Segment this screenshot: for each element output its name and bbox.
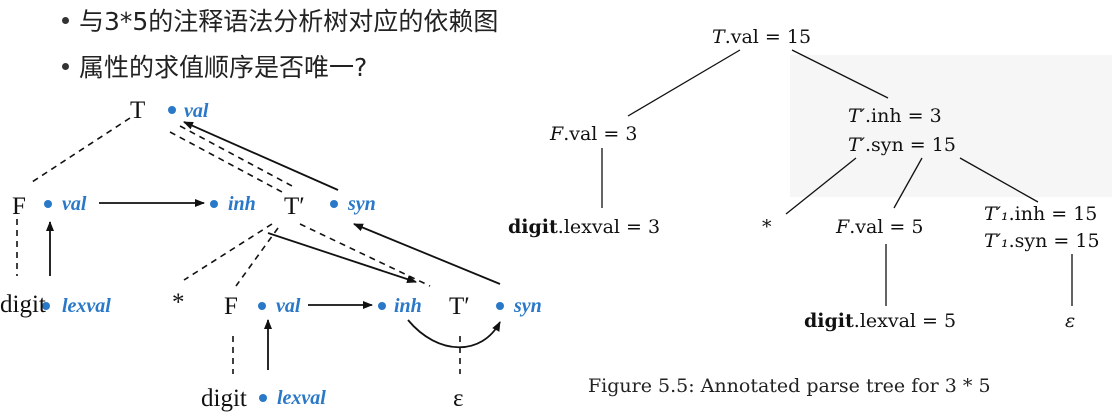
Tp1-inh-label: T′₁ [984, 203, 1009, 225]
node-Tp2: T′ [449, 293, 470, 320]
attr-F2-val: val [276, 295, 301, 317]
star-node: * [762, 216, 772, 238]
attr-T-val: val [184, 100, 209, 122]
node-digit1: digit [0, 291, 46, 318]
Tp-syn-value: .syn = 15 [865, 134, 956, 156]
root-value: .val = 15 [725, 26, 811, 48]
F1-value: .val = 3 [563, 123, 637, 145]
dependency-graph: T F T′ digit * F T′ digit ε val val inh … [0, 97, 542, 412]
Tp-inh-value: .inh = 3 [865, 105, 942, 127]
edge-T-Tp1-a [179, 125, 293, 187]
Tp-inh-label: T′ [848, 105, 866, 127]
Tp-syn-node: T′.syn = 15 [848, 134, 956, 156]
shaded-region [790, 55, 1112, 197]
attribute-dots [42, 106, 504, 402]
dot-Tp2-inh [378, 302, 386, 310]
Tp1-syn-node: T′₁.syn = 15 [984, 230, 1100, 252]
dot-Tp1-syn [330, 200, 338, 208]
Tp1-syn-value: .syn = 15 [1009, 230, 1100, 252]
node-Tp1: T′ [284, 193, 305, 220]
node-eps: ε [453, 385, 464, 412]
annotated-parse-tree: T.val = 15 F.val = 3 T′.inh = 3 T′.syn =… [508, 26, 1112, 397]
dot-Tp1-inh [210, 200, 218, 208]
dependency-arrows [46, 121, 501, 370]
root-node: T.val = 15 [712, 26, 811, 48]
node-digit2: digit [201, 385, 247, 412]
F2-label: F [835, 216, 850, 238]
arrow-inh2-syn2 [407, 319, 501, 349]
edge-Tp1-F [235, 227, 279, 287]
dot-digit2-lexval [259, 394, 267, 402]
arrow-syn-Tval [183, 121, 339, 191]
dot-F-val [44, 200, 52, 208]
eps-node: ε [1065, 310, 1075, 332]
attr-Tp1-syn: syn [347, 193, 376, 215]
node-F2: F [224, 293, 238, 320]
pedge-root-F [627, 49, 741, 117]
lexval5-value: .lexval = 5 [854, 310, 956, 332]
figure-caption: Figure 5.5: Annotated parse tree for 3 *… [588, 375, 991, 397]
attr-Tp1-inh: inh [228, 193, 256, 215]
attr-Tp2-syn: syn [513, 295, 542, 317]
F1-node: F.val = 3 [549, 123, 637, 145]
dot-F2-val [258, 302, 266, 310]
lexval3-value: .lexval = 3 [558, 216, 660, 238]
attr-F-val: val [62, 193, 87, 215]
tree-edges [16, 117, 461, 374]
Tp1-syn-label: T′₁ [984, 230, 1009, 252]
Tp-inh-node: T′.inh = 3 [848, 105, 942, 127]
figure-canvas: T F T′ digit * F T′ digit ε val val inh … [0, 26, 1112, 412]
attr-digit2-lexval: lexval [277, 387, 326, 409]
attr-Tp2-inh: inh [394, 295, 422, 317]
dot-T-val [168, 106, 176, 114]
edge-T-F [31, 117, 131, 183]
arrow-syn2-syn [353, 223, 501, 285]
edge-Tp1-Tp2 [299, 223, 431, 287]
digit2-label: digit [804, 310, 854, 332]
node-T: T [130, 97, 145, 124]
Tp1-inh-value: .inh = 15 [1009, 203, 1098, 225]
dot-Tp2-syn [496, 302, 504, 310]
F1-label: F [549, 123, 564, 145]
digit1-label: digit [508, 216, 558, 238]
node-F1: F [12, 193, 26, 220]
F2-value: .val = 5 [849, 216, 923, 238]
edge-Tp1-star [183, 223, 273, 281]
attr-digit-lexval: lexval [62, 295, 111, 317]
F2-node: F.val = 5 [835, 216, 923, 238]
digit-lexval3-node: digit.lexval = 3 [508, 216, 660, 238]
node-star: * [172, 289, 185, 316]
Tp1-inh-node: T′₁.inh = 15 [984, 203, 1097, 225]
digit-lexval5-node: digit.lexval = 5 [804, 310, 956, 332]
Tp-syn-label: T′ [848, 134, 866, 156]
